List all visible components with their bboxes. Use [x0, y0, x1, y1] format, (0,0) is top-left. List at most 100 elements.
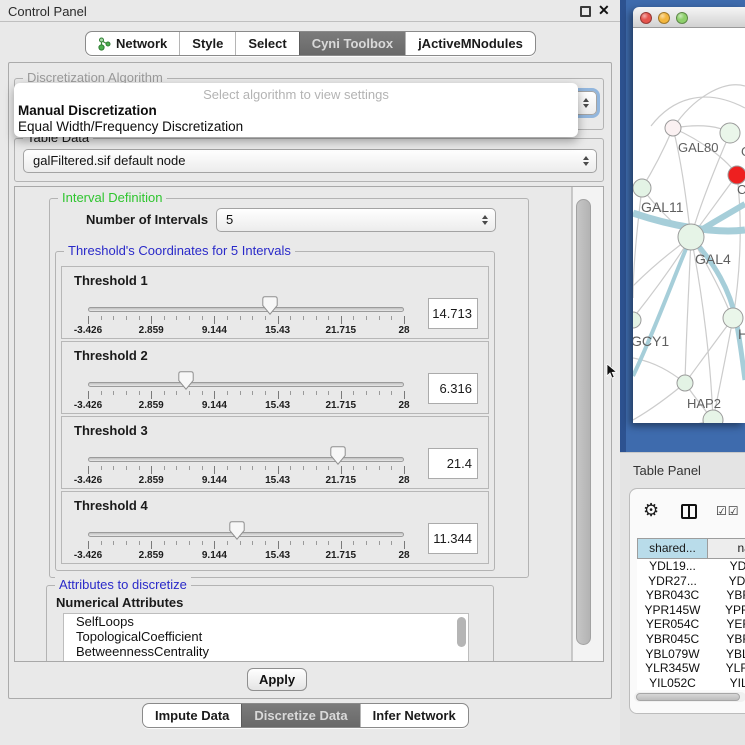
slider-ticks: -3.4262.8599.14415.4321.71528 [62, 391, 488, 413]
cell-name[interactable]: YBR043C [708, 588, 745, 603]
network-window-titlebar [633, 7, 745, 28]
table-row[interactable]: YER054CYER054C [637, 617, 745, 632]
node-hap2[interactable] [677, 375, 693, 391]
attribute-item[interactable]: BetweennessCentrality [64, 644, 468, 659]
table-row[interactable]: YDL19...YDL19... [637, 559, 745, 574]
tick-label: -3.426 [74, 400, 102, 411]
cell-name[interactable]: YBL079W [708, 647, 745, 662]
float-window-icon[interactable] [580, 6, 591, 17]
tab-network-label: Network [116, 36, 167, 51]
cell-name[interactable]: YER054C [708, 617, 745, 632]
tab-style[interactable]: Style [179, 32, 235, 55]
node-gal80[interactable] [665, 120, 681, 136]
slider-ticks: -3.4262.8599.14415.4321.71528 [62, 466, 488, 488]
table-row[interactable]: YLR345WYLR345W [637, 661, 745, 676]
control-panel-titlebar: Control Panel ✕ [0, 0, 620, 22]
slider-thumb[interactable] [330, 446, 346, 465]
close-icon[interactable]: ✕ [598, 2, 610, 19]
threshold-value-box[interactable]: 11.344 [428, 523, 478, 554]
network-view-window[interactable]: GAL80GACGAL11GAL4GCY1HHAP2 [633, 7, 745, 423]
cell-name[interactable]: YPR145W [708, 603, 745, 618]
node-h[interactable] [723, 308, 743, 328]
table-row[interactable]: YDR27...YDR27... [637, 574, 745, 589]
zoom-traffic-light[interactable] [676, 12, 688, 24]
table-panel: ⚙ ☑☑ shared... name YDL19...YDL19...YDR2… [629, 488, 745, 714]
tab-select[interactable]: Select [235, 32, 298, 55]
cell-name[interactable]: YIL052C [708, 676, 745, 691]
attribute-item[interactable]: TopologicalCoefficient [64, 629, 468, 644]
node-gcy1[interactable] [633, 312, 641, 328]
tab-network[interactable]: Network [86, 32, 179, 55]
network-canvas[interactable]: GAL80GACGAL11GAL4GCY1HHAP2 [633, 28, 745, 423]
tab-discretize-data[interactable]: Discretize Data [241, 704, 359, 727]
table-row[interactable]: YIL052CYIL052C [637, 676, 745, 691]
close-traffic-light[interactable] [640, 12, 652, 24]
node-label: GAL4 [695, 251, 731, 267]
select-columns-icon[interactable]: ☑☑ [716, 504, 740, 518]
settings-scrollbar-track[interactable] [572, 187, 603, 661]
threshold-label: Threshold 2 [74, 348, 148, 363]
slider-track[interactable] [88, 457, 404, 462]
cell-shared-name[interactable]: YDR27... [637, 574, 708, 589]
cell-shared-name[interactable]: YLR345W [637, 661, 708, 676]
cell-shared-name[interactable]: YBL079W [637, 647, 708, 662]
slider-track[interactable] [88, 532, 404, 537]
table-data-combobox[interactable]: galFiltered.sif default node [23, 149, 597, 173]
column-header-name[interactable]: name [708, 538, 745, 559]
table-hscrollbar-thumb[interactable] [636, 693, 740, 701]
cell-shared-name[interactable]: YER054C [637, 617, 708, 632]
table-hscrollbar-track[interactable] [634, 692, 745, 702]
numerical-attributes-list[interactable]: SelfLoopsTopologicalCoefficientBetweenne… [63, 613, 469, 662]
threshold-value-box[interactable]: 14.713 [428, 298, 478, 329]
tab-infer-network[interactable]: Infer Network [360, 704, 468, 727]
cell-name[interactable]: YDR27... [708, 574, 745, 589]
tick-label: 2.859 [139, 400, 164, 411]
column-header-shared-name[interactable]: shared... [637, 538, 708, 559]
cell-shared-name[interactable]: YBR043C [637, 588, 708, 603]
slider-thumb[interactable] [229, 521, 245, 540]
node-upper-right[interactable] [720, 123, 740, 143]
slider-track[interactable] [88, 382, 404, 387]
cell-shared-name[interactable]: YIL052C [637, 676, 708, 691]
slider-track[interactable] [88, 307, 404, 312]
settings-scrollbar-thumb[interactable] [576, 199, 591, 645]
cell-shared-name[interactable]: YDL19... [637, 559, 708, 574]
threshold-value-box[interactable]: 6.316 [428, 373, 478, 404]
table-data-group: Table Data galFiltered.sif default node [14, 138, 604, 182]
table-row[interactable]: YBL079WYBL079W [637, 647, 745, 662]
dropdown-option-manual-discretization[interactable]: Manual Discretization [18, 103, 157, 118]
gear-icon[interactable]: ⚙ [643, 500, 659, 521]
node-gal4[interactable] [678, 224, 704, 250]
screen: Control Panel ✕ Network Style Select Cyn… [0, 0, 745, 745]
cell-name[interactable]: YBR045C [708, 632, 745, 647]
apply-button[interactable]: Apply [247, 668, 307, 691]
network-icon [98, 37, 111, 51]
threshold-label: Threshold 3 [74, 423, 148, 438]
attribute-item[interactable]: SelfLoops [64, 614, 468, 629]
tick-label: 21.715 [326, 325, 357, 336]
dropdown-option-equal-width-frequency[interactable]: Equal Width/Frequency Discretization [18, 119, 243, 134]
tab-impute-data[interactable]: Impute Data [143, 704, 241, 727]
table-row[interactable]: YBR043CYBR043C [637, 588, 745, 603]
list-scrollbar[interactable] [457, 617, 466, 647]
slider-ticks: -3.4262.8599.14415.4321.71528 [62, 316, 488, 338]
node-label: GA [741, 144, 745, 159]
node-gal11[interactable] [633, 179, 651, 197]
cell-name[interactable]: YLR345W [708, 661, 745, 676]
table-row[interactable]: YBR045CYBR045C [637, 632, 745, 647]
table-data-value: galFiltered.sif default node [33, 153, 185, 168]
cell-name[interactable]: YDL19... [708, 559, 745, 574]
split-columns-icon[interactable] [681, 504, 697, 519]
slider-thumb[interactable] [262, 296, 278, 315]
slider-thumb[interactable] [178, 371, 194, 390]
cell-shared-name[interactable]: YPR145W [637, 603, 708, 618]
table-row[interactable]: YPR145WYPR145W [637, 603, 745, 618]
minimize-traffic-light[interactable] [658, 12, 670, 24]
number-of-intervals-combobox[interactable]: 5 [216, 208, 496, 232]
tab-cyni-toolbox[interactable]: Cyni Toolbox [299, 32, 405, 55]
attributes-group-title: Attributes to discretize [55, 577, 191, 592]
tab-jactivemnodules[interactable]: jActiveMNodules [405, 32, 535, 55]
cell-shared-name[interactable]: YBR045C [637, 632, 708, 647]
threshold-value-box[interactable]: 21.4 [428, 448, 478, 479]
threshold-label: Threshold 1 [74, 273, 148, 288]
